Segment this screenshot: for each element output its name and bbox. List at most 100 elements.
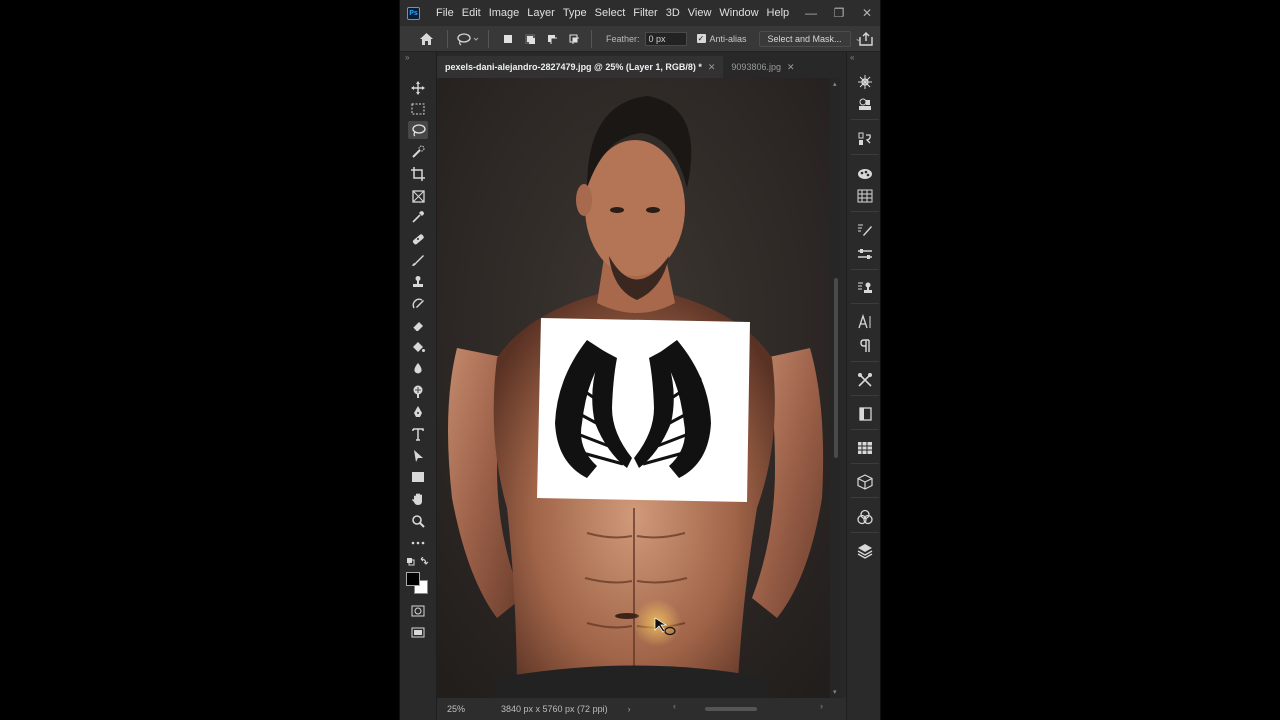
antialias-label: Anti-alias bbox=[709, 33, 747, 44]
menu-type[interactable]: Type bbox=[559, 0, 591, 26]
move-icon[interactable] bbox=[408, 79, 428, 97]
status-bar: 25% 3840 px x 5760 px (72 ppi) › ‹ › bbox=[437, 698, 847, 720]
menu-help[interactable]: Help bbox=[763, 0, 794, 26]
divider bbox=[447, 29, 448, 48]
clone-source-icon[interactable] bbox=[854, 278, 876, 298]
menu-filter[interactable]: Filter bbox=[629, 0, 661, 26]
close-tab-icon[interactable]: ✕ bbox=[787, 62, 795, 73]
menu-edit[interactable]: Edit bbox=[458, 0, 485, 26]
healing-icon[interactable] bbox=[408, 230, 428, 248]
hand-icon[interactable] bbox=[408, 490, 428, 508]
photoshop-logo: Ps bbox=[407, 6, 420, 20]
layers-icon[interactable] bbox=[854, 541, 876, 561]
3d-icon[interactable] bbox=[854, 472, 876, 492]
screen-mode-icon[interactable] bbox=[408, 624, 428, 642]
photoshop-window: Ps File Edit Image Layer Type Select Fil… bbox=[399, 0, 881, 720]
tab-label: 9093806.jpg bbox=[731, 62, 781, 72]
antialias-checkbox[interactable]: ✓ bbox=[696, 34, 706, 43]
paragraph-icon[interactable] bbox=[854, 336, 876, 356]
options-bar: Feather: ✓ Anti-alias Select and Mask...… bbox=[400, 26, 880, 52]
tools-preset-icon[interactable] bbox=[854, 370, 876, 390]
menu-select[interactable]: Select bbox=[591, 0, 630, 26]
paint-bucket-icon[interactable] bbox=[408, 338, 428, 356]
tab-pexels-document[interactable]: pexels-dani-alejandro-2827479.jpg @ 25% … bbox=[437, 56, 724, 78]
tab-9093806-document[interactable]: 9093806.jpg ✕ bbox=[723, 56, 802, 78]
menu-file[interactable]: File bbox=[432, 0, 458, 26]
menu-window[interactable]: Window bbox=[715, 0, 762, 26]
share-icon[interactable] bbox=[858, 31, 874, 47]
eraser-icon[interactable] bbox=[408, 317, 428, 335]
more-tools-icon[interactable] bbox=[408, 534, 428, 552]
menu-layer[interactable]: Layer bbox=[523, 0, 559, 26]
tab-label: pexels-dani-alejandro-2827479.jpg @ 25% … bbox=[445, 62, 702, 72]
document-size: 3840 px x 5760 px (72 ppi) bbox=[501, 704, 608, 714]
libraries-icon[interactable] bbox=[854, 404, 876, 424]
default-colors-icon[interactable] bbox=[406, 556, 430, 567]
info-icon[interactable] bbox=[854, 129, 876, 149]
select-and-mask-button[interactable]: Select and Mask... bbox=[758, 30, 851, 47]
blur-icon[interactable] bbox=[408, 360, 428, 378]
intersect-selection-icon[interactable] bbox=[569, 34, 579, 44]
type-icon[interactable] bbox=[408, 425, 428, 443]
dodge-icon[interactable] bbox=[408, 382, 428, 400]
new-selection-icon[interactable] bbox=[503, 34, 513, 44]
table-icon[interactable] bbox=[854, 438, 876, 458]
horizontal-scroll-thumb[interactable] bbox=[705, 707, 757, 711]
vertical-scroll-thumb[interactable] bbox=[834, 278, 838, 458]
restore-button[interactable]: ❐ bbox=[832, 6, 846, 20]
pen-icon[interactable] bbox=[408, 403, 428, 421]
rectangle-icon[interactable] bbox=[408, 468, 428, 486]
history-brush-icon[interactable] bbox=[408, 295, 428, 313]
stamp-icon[interactable] bbox=[408, 273, 428, 291]
color-icon[interactable] bbox=[854, 163, 876, 183]
crop-icon[interactable] bbox=[408, 165, 428, 183]
eyedropper-icon[interactable] bbox=[408, 208, 428, 226]
add-selection-icon[interactable] bbox=[525, 33, 535, 44]
lasso-icon[interactable] bbox=[408, 121, 428, 139]
scroll-up-icon[interactable]: ▴ bbox=[833, 80, 837, 88]
zoom-icon[interactable] bbox=[408, 512, 428, 530]
lasso-preset-icon[interactable] bbox=[454, 32, 482, 46]
tools-panel: » bbox=[400, 52, 437, 720]
quick-mask-icon[interactable] bbox=[408, 602, 428, 620]
menu-image[interactable]: Image bbox=[485, 0, 524, 26]
panel-dock: « bbox=[846, 52, 880, 720]
collapse-icon[interactable]: « bbox=[850, 53, 854, 62]
wings-layer[interactable] bbox=[537, 318, 750, 502]
channels-icon[interactable] bbox=[854, 507, 876, 527]
brushes-icon[interactable] bbox=[854, 220, 876, 240]
color-swatches[interactable] bbox=[406, 572, 432, 598]
close-tab-icon[interactable]: ✕ bbox=[708, 62, 716, 73]
zoom-level[interactable]: 25% bbox=[447, 704, 487, 714]
menu-view[interactable]: View bbox=[684, 0, 716, 26]
scroll-left-icon[interactable]: ‹ bbox=[673, 701, 676, 711]
document-canvas[interactable] bbox=[437, 78, 830, 698]
scroll-right-icon[interactable]: › bbox=[820, 701, 823, 711]
navigator-icon[interactable] bbox=[854, 72, 876, 92]
quick-select-icon[interactable] bbox=[408, 143, 428, 161]
subtract-selection-icon[interactable] bbox=[547, 34, 557, 44]
swatches-icon[interactable] bbox=[854, 186, 876, 206]
canvas-area[interactable] bbox=[437, 78, 834, 698]
marquee-icon[interactable] bbox=[408, 100, 428, 118]
foreground-color-swatch[interactable] bbox=[406, 572, 420, 586]
histogram-icon[interactable] bbox=[854, 94, 876, 114]
scroll-down-icon[interactable]: ▾ bbox=[833, 688, 837, 696]
document-tabs: pexels-dani-alejandro-2827479.jpg @ 25% … bbox=[437, 52, 847, 78]
feather-input[interactable] bbox=[644, 31, 687, 46]
brush-icon[interactable] bbox=[408, 251, 428, 269]
vertical-scrollbar[interactable]: ▴ ▾ bbox=[831, 78, 841, 698]
minimize-button[interactable]: — bbox=[804, 6, 818, 20]
menu-bar: Ps File Edit Image Layer Type Select Fil… bbox=[400, 0, 880, 26]
horizontal-scrollbar[interactable]: ‹ › bbox=[673, 701, 823, 713]
collapse-icon[interactable]: » bbox=[405, 53, 409, 62]
frame-icon[interactable] bbox=[408, 187, 428, 205]
status-menu-arrow[interactable]: › bbox=[628, 704, 631, 714]
menu-3d[interactable]: 3D bbox=[662, 0, 684, 26]
path-select-icon[interactable] bbox=[408, 447, 428, 465]
close-button[interactable]: ✕ bbox=[860, 6, 874, 20]
adjustments-icon[interactable] bbox=[854, 244, 876, 264]
home-icon[interactable] bbox=[413, 32, 439, 46]
character-icon[interactable] bbox=[854, 312, 876, 332]
divider bbox=[591, 29, 592, 48]
